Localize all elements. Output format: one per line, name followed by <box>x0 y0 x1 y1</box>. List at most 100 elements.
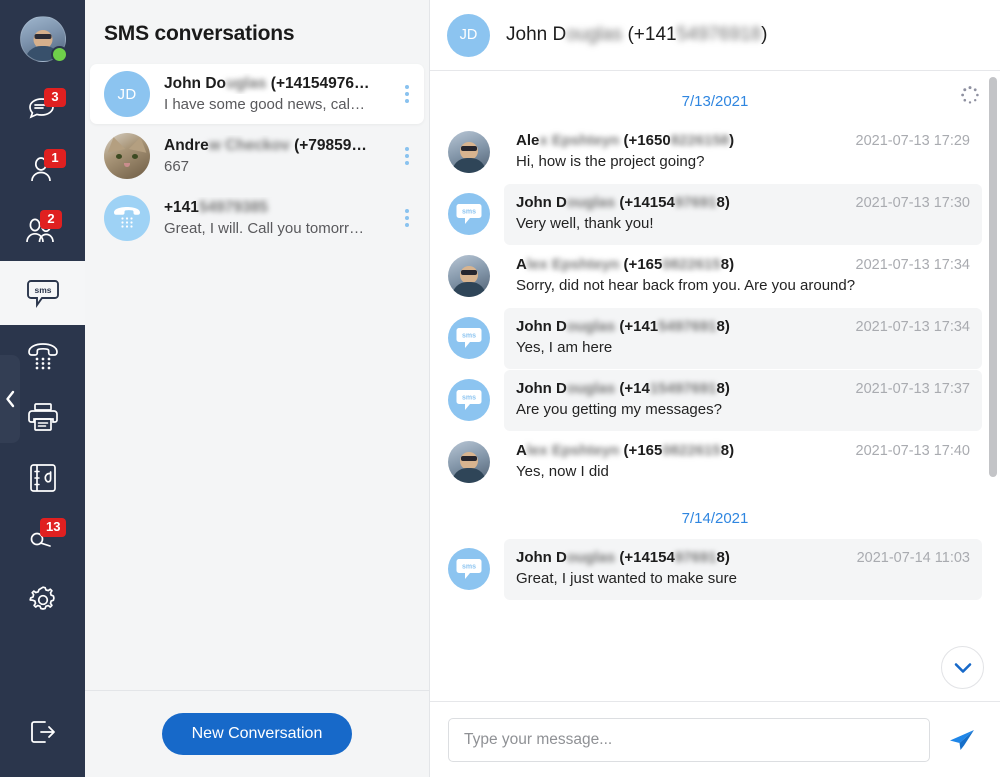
chevron-down-icon <box>954 662 971 673</box>
left-nav-rail: 3 1 2 sms 13 <box>0 0 85 777</box>
message-sender: Alex Epshteyn (+16508226158) <box>516 442 735 459</box>
redacted-name: ouglas <box>566 24 623 45</box>
avatar-initials: JD <box>459 27 478 43</box>
list-item[interactable]: Andrew Checkov (+79859… 667 <box>90 126 424 186</box>
message-list-scrollbar[interactable] <box>989 77 997 477</box>
user-avatar[interactable] <box>0 0 85 78</box>
chats-badge: 3 <box>44 88 66 107</box>
message-text: Sorry, did not hear back from you. Are y… <box>516 277 856 294</box>
new-conversation-button[interactable]: New Conversation <box>161 713 353 755</box>
sidebar-item-chats[interactable]: 3 <box>0 78 85 139</box>
date-separator: 7/14/2021 <box>681 510 749 527</box>
message-body: Alex Epshteyn (+16508226158) 2021-07-13 … <box>504 122 982 183</box>
list-item-text: John Douglas (+14154976… I have some goo… <box>164 73 398 115</box>
sms-icon: sms <box>456 328 482 348</box>
message-timestamp: 2021-07-13 17:40 <box>855 443 971 459</box>
avatar <box>104 133 150 179</box>
sidebar-item-logout[interactable] <box>0 702 85 763</box>
avatar: sms <box>448 379 490 421</box>
scroll-to-bottom-button[interactable] <box>941 646 984 689</box>
contacts-badge: 1 <box>44 149 66 168</box>
redacted-number: 8226158 <box>670 132 730 149</box>
redacted-number: 0822615 <box>662 442 721 459</box>
sidebar-item-settings[interactable] <box>0 569 85 630</box>
message-sender: John Douglas (+14154976918) <box>516 380 730 397</box>
message-list[interactable]: 7/13/2021 Alex Epshteyn (+16508226158) 2… <box>430 71 1000 701</box>
dialpad-phone-icon <box>27 342 58 369</box>
sms-app-window: 3 1 2 sms 13 SMS conversations JD John D… <box>0 0 1000 777</box>
rail-group-active: sms <box>0 261 85 325</box>
gear-icon <box>28 585 55 610</box>
more-vertical-icon[interactable] <box>398 85 412 103</box>
conversation-list-footer: New Conversation <box>85 690 429 777</box>
message-timestamp: 2021-07-13 17:29 <box>855 133 971 149</box>
message-row: sms John Douglas (+14154976918) 2021-07-… <box>430 539 1000 601</box>
message-body: John Douglas (+14154976918) 2021-07-14 1… <box>504 539 982 600</box>
sidebar-item-groups[interactable]: 2 <box>0 200 85 261</box>
list-item-title: +14154979385 <box>164 199 268 216</box>
list-item-text: +14154979385 Great, I will. Call you tom… <box>164 197 398 239</box>
svg-text:sms: sms <box>462 564 476 571</box>
redacted-name: lex Epshteyn <box>526 442 620 459</box>
avatar <box>448 441 490 483</box>
message-text: Great, I just wanted to make sure <box>516 570 737 587</box>
avatar: sms <box>448 317 490 359</box>
message-sender: John Douglas (+14154976918) <box>516 549 730 566</box>
message-sender: Alex Epshteyn (+16508226158) <box>516 256 735 273</box>
list-item-preview: Great, I will. Call you tomorr… <box>164 220 365 237</box>
chat-title: John Douglas (+14154976918) <box>506 24 768 45</box>
search-badge: 13 <box>40 518 67 537</box>
redacted-name: ouglas <box>566 380 616 397</box>
date-separator: 7/13/2021 <box>681 93 749 110</box>
message-row: sms John Douglas (+14154976918) 2021-07-… <box>430 184 1000 246</box>
list-item-title: John Douglas (+14154976… <box>164 75 370 92</box>
list-item-text: Andrew Checkov (+79859… 667 <box>164 135 398 177</box>
sidebar-item-sms[interactable]: sms <box>0 261 85 325</box>
message-body: John Douglas (+14154976918) 2021-07-13 1… <box>504 308 982 369</box>
rail-group-top: 3 1 2 <box>0 0 85 261</box>
svg-text:sms: sms <box>462 333 476 340</box>
sidebar-item-voicemail[interactable] <box>0 447 85 508</box>
message-row: sms John Douglas (+14154976918) 2021-07-… <box>430 308 1000 370</box>
rail-bottom <box>0 687 85 777</box>
sidebar-item-search[interactable]: 13 <box>0 508 85 569</box>
message-row: Alex Epshteyn (+16508226158) 2021-07-13 … <box>430 432 1000 494</box>
sms-icon: sms <box>456 390 482 410</box>
collapse-sidebar-button[interactable] <box>0 355 20 443</box>
sms-icon: sms <box>26 280 59 308</box>
logout-icon <box>30 721 55 743</box>
message-sender: John Douglas (+14154976918) <box>516 194 730 211</box>
redacted-name: x Epshteyn <box>539 132 620 149</box>
redacted-number: 5497691 <box>658 318 717 335</box>
message-timestamp: 2021-07-14 11:03 <box>856 550 970 566</box>
redacted-number: 54979385 <box>198 199 268 216</box>
groups-badge: 2 <box>40 210 62 229</box>
more-vertical-icon[interactable] <box>398 209 412 227</box>
list-item[interactable]: +14154979385 Great, I will. Call you tom… <box>90 188 424 248</box>
send-button[interactable] <box>942 720 982 760</box>
more-vertical-icon[interactable] <box>398 147 412 165</box>
message-text: Are you getting my messages? <box>516 401 722 418</box>
avatar: sms <box>448 193 490 235</box>
redacted-name: uglas <box>226 75 267 92</box>
message-row: Alex Epshteyn (+16508226158) 2021-07-13 … <box>430 122 1000 184</box>
chat-panel: JD John Douglas (+14154976918) 7/13/2021 <box>430 0 1000 777</box>
avatar: JD <box>447 13 490 57</box>
send-paper-plane-icon <box>950 729 974 750</box>
message-text: Hi, how is the project going? <box>516 153 705 170</box>
sidebar-item-contacts[interactable]: 1 <box>0 139 85 200</box>
list-item[interactable]: JD John Douglas (+14154976… I have some … <box>90 64 424 124</box>
rail-spacer <box>0 630 85 687</box>
redacted-number: 54976918 <box>676 24 762 45</box>
message-timestamp: 2021-07-13 17:30 <box>855 195 971 211</box>
svg-text:sms: sms <box>462 395 476 402</box>
message-row: Alex Epshteyn (+16508226158) 2021-07-13 … <box>430 246 1000 308</box>
sms-icon: sms <box>456 559 482 579</box>
message-input[interactable] <box>448 717 930 762</box>
message-body: Alex Epshteyn (+16508226158) 2021-07-13 … <box>504 246 982 307</box>
redacted-number: 0822615 <box>662 256 721 273</box>
message-sender: John Douglas (+14154976918) <box>516 318 730 335</box>
sms-icon: sms <box>456 204 482 224</box>
dialpad-phone-icon <box>114 207 140 228</box>
list-item-preview: 667 <box>164 158 190 175</box>
